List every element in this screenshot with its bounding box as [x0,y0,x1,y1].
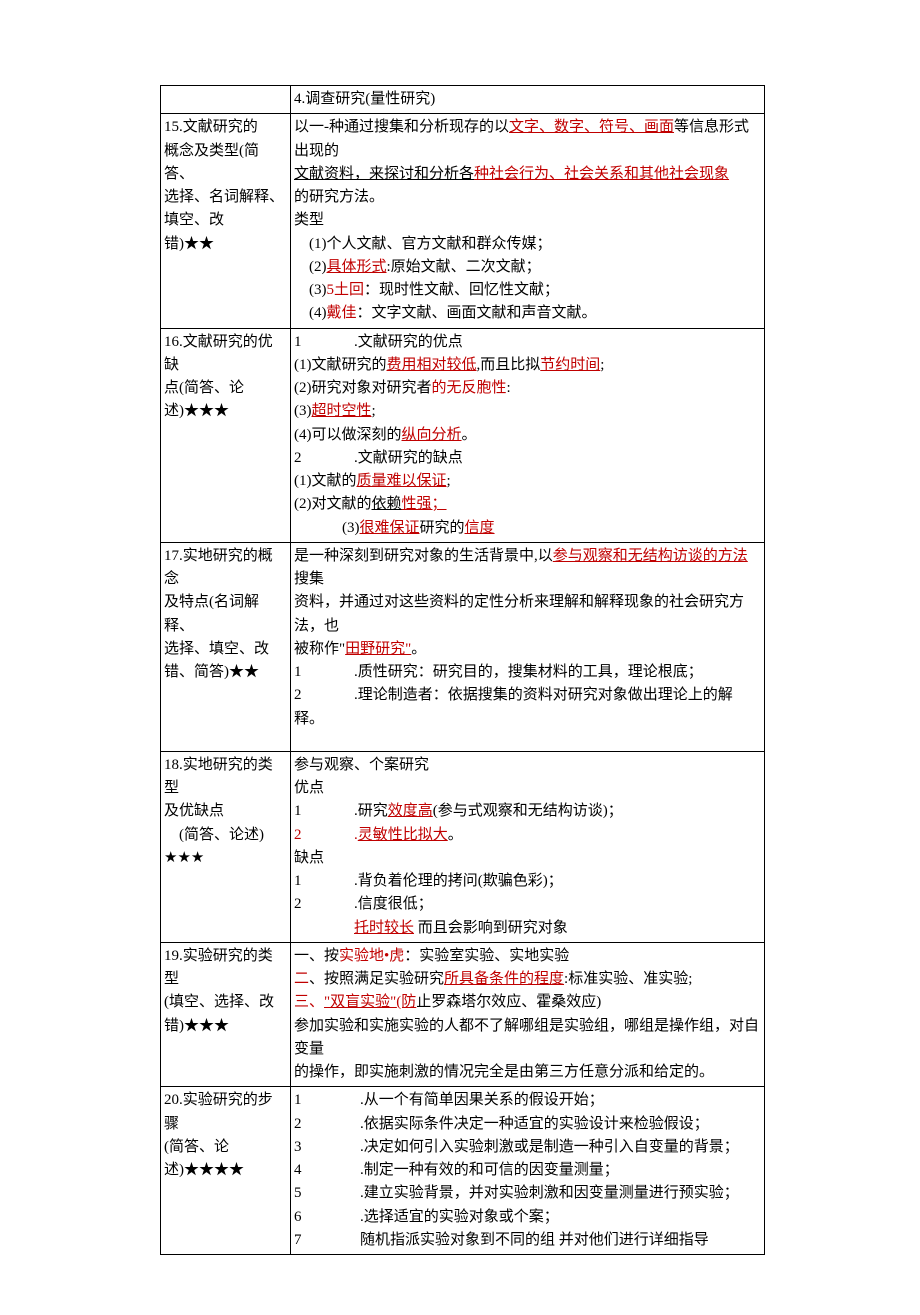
topic-title: (填空、选择、改 [164,991,287,1014]
line: 2.信度很低； [294,893,761,916]
table-row: 20.实验研究的步骤 (简答、论 述)★★★★ 1.从一个有简单因果关系的假设开… [161,1087,765,1255]
keyword: 参与观察和无结构访谈的方法 [553,548,748,564]
cell-text: 4.调查研究(量性研究) [294,91,435,107]
line: 二、按照满足实验研究所具备条件的程度:标准实验、准实验; [294,968,761,991]
topic-title: 及特点(名词解释、 [164,591,287,638]
keyword: 种社会行为、社会关系和其他社会现象 [474,166,729,182]
keyword: 实验地•虎 [339,948,404,964]
line: 托时较长 而且会影响到研究对象 [294,917,761,940]
topic-title: 20.实验研究的步骤 [164,1089,287,1136]
keyword: 田野研究" [345,641,411,657]
line: 参加实验和实施实验的人都不了解哪组是实验组，哪组是操作组，对自变量 [294,1015,761,1062]
keyword: 分析 [432,427,462,443]
table-row: 16.文献研究的优缺 点(简答、论 述)★★★ 1.文献研究的优点 (1)文献研… [161,328,765,542]
line: 2.灵敏性比拟大。 [294,824,761,847]
keyword: 文字、数字、符号、画面 [509,119,674,135]
table-row: 15.文献研究的 概念及类型(简答、 选择、名词解释、 填空、改 错)★★ 以一… [161,114,765,328]
keyword: 信度 [465,520,495,536]
topic-title: 18.实地研究的类型 [164,754,287,801]
line: 1.研究效度高(参与式观察和无结构访谈)； [294,800,761,823]
keyword: 具体形式 [327,259,387,275]
line: (4)戴佳：文字文献、画面文献和声音文献。 [294,302,761,325]
keyword: 费用相对较低 [387,357,477,373]
line: 1.文献研究的优点 [294,331,761,354]
keyword: 戴佳 [327,305,357,321]
topic-title: ★★★ [164,847,287,870]
table-row: 4.调查研究(量性研究) [161,86,765,114]
topic-title: 填空、改 [164,209,287,232]
line: 6.选择适宜的实验对象或个案； [294,1206,761,1229]
topic-title: 及优缺点 [164,800,287,823]
keyword: 质量难以保证 [357,473,447,489]
keyword: 所具备条件的程度 [444,971,564,987]
line: 2.文献研究的缺点 [294,447,761,470]
line: (1)个人文献、官方文献和群众传媒； [294,233,761,256]
line: (2)研究对象对研究者的无反胞性: [294,377,761,400]
keyword: 节约时间 [540,357,600,373]
topic-title: 概念及类型(简答、 [164,140,287,187]
topic-title: 述)★★★★ [164,1159,287,1182]
line: 的研究方法。 [294,186,761,209]
line: 的操作，即实施刺激的情况完全是由第三方任意分派和给定的。 [294,1061,761,1084]
topic-title: 点(简答、论 [164,377,287,400]
topic-title: 选择、填空、改 [164,638,287,661]
topic-title: 错)★★★ [164,1015,287,1038]
line: (3)很难保证研究的信度 [294,517,761,540]
keyword: 5土回 [327,282,365,298]
study-table: 4.调查研究(量性研究) 15.文献研究的 概念及类型(简答、 选择、名词解释、… [160,85,765,1255]
line: (3)超时空性; [294,400,761,423]
keyword: 性强； [402,496,447,512]
line: 7随机指派实验对象到不同的组 并对他们进行详细指导 [294,1229,761,1252]
topic-title: (简答、论 [164,1136,287,1159]
topic-title: 选择、名词解释、 [164,186,287,209]
line: 三、"双盲实验"(防止罗森塔尔效应、霍桑效应) [294,991,761,1014]
line: 一、按实验地•虎：实验室实验、实地实验 [294,945,761,968]
topic-title: 错、简答)★★ [164,661,287,684]
keyword: 灵敏性比拟大 [358,827,448,843]
keyword: 很难保证 [360,520,420,536]
line: 1.背负着伦理的拷问(欺骗色彩)； [294,870,761,893]
line: (1)文献的质量难以保证; [294,470,761,493]
topic-title: 15.文献研究的 [164,116,287,139]
line: 是一种深刻到研究对象的生活背景中,以参与观察和无结构访谈的方法搜集 [294,545,761,592]
line: 以一-种通过搜集和分析现存的以文字、数字、符号、画面等信息形式出现的 [294,116,761,163]
line: 文献资料，来探讨和分析各种社会行为、社会关系和其他社会现象 [294,163,761,186]
table-row: 17.实地研究的概念 及特点(名词解释、 选择、填空、改 错、简答)★★ 是一种… [161,542,765,751]
line: (2)对文献的依赖性强； [294,493,761,516]
line: 优点 [294,777,761,800]
line: (1)文献研究的费用相对较低,而且比拟节约时间; [294,354,761,377]
keyword: 超时空性 [312,403,372,419]
line: 类型 [294,209,761,232]
line: 3.决定如何引入实验刺激或是制造一种引入自变量的背景； [294,1136,761,1159]
line: 5.建立实验背景，并对实验刺激和因变量测量进行预实验； [294,1182,761,1205]
keyword: 的无反胞性 [432,380,507,396]
keyword: 纵向 [402,427,432,443]
topic-title: 错)★★ [164,233,287,256]
line: (3)5土回：现时性文献、回忆性文献； [294,279,761,302]
topic-title: 17.实地研究的概念 [164,545,287,592]
line: 缺点 [294,847,761,870]
line: (4)可以做深刻的纵向分析。 [294,424,761,447]
topic-title: (简答、论述) [164,824,287,847]
topic-title: 16.文献研究的优缺 [164,331,287,378]
table-row: 18.实地研究的类型 及优缺点 (简答、论述) ★★★ 参与观察、个案研究 优点… [161,751,765,942]
line: 1.从一个有简单因果关系的假设开始； [294,1089,761,1112]
line: 2.理论制造者：依据搜集的资料对研究对象做出理论上的解释。 [294,684,761,731]
line: 资料，并通过对这些资料的定性分析来理解和解释现象的社会研究方法，也 [294,591,761,638]
keyword: 效度高 [388,803,433,819]
line: 4.制定一种有效的和可信的因变量测量； [294,1159,761,1182]
keyword: "双盲实验" [324,994,396,1010]
keyword: 托时较长 [354,920,414,936]
line: (2)具体形式:原始文献、二次文献； [294,256,761,279]
line: 参与观察、个案研究 [294,754,761,777]
topic-title: 19.实验研究的类型 [164,945,287,992]
line: 被称作"田野研究"。 [294,638,761,661]
line: 1.质性研究：研究目的，搜集材料的工具，理论根底； [294,661,761,684]
topic-title: 述)★★★ [164,400,287,423]
table-row: 19.实验研究的类型 (填空、选择、改 错)★★★ 一、按实验地•虎：实验室实验… [161,942,765,1087]
line: 2.依据实际条件决定一种适宜的实验设计来检验假设； [294,1113,761,1136]
